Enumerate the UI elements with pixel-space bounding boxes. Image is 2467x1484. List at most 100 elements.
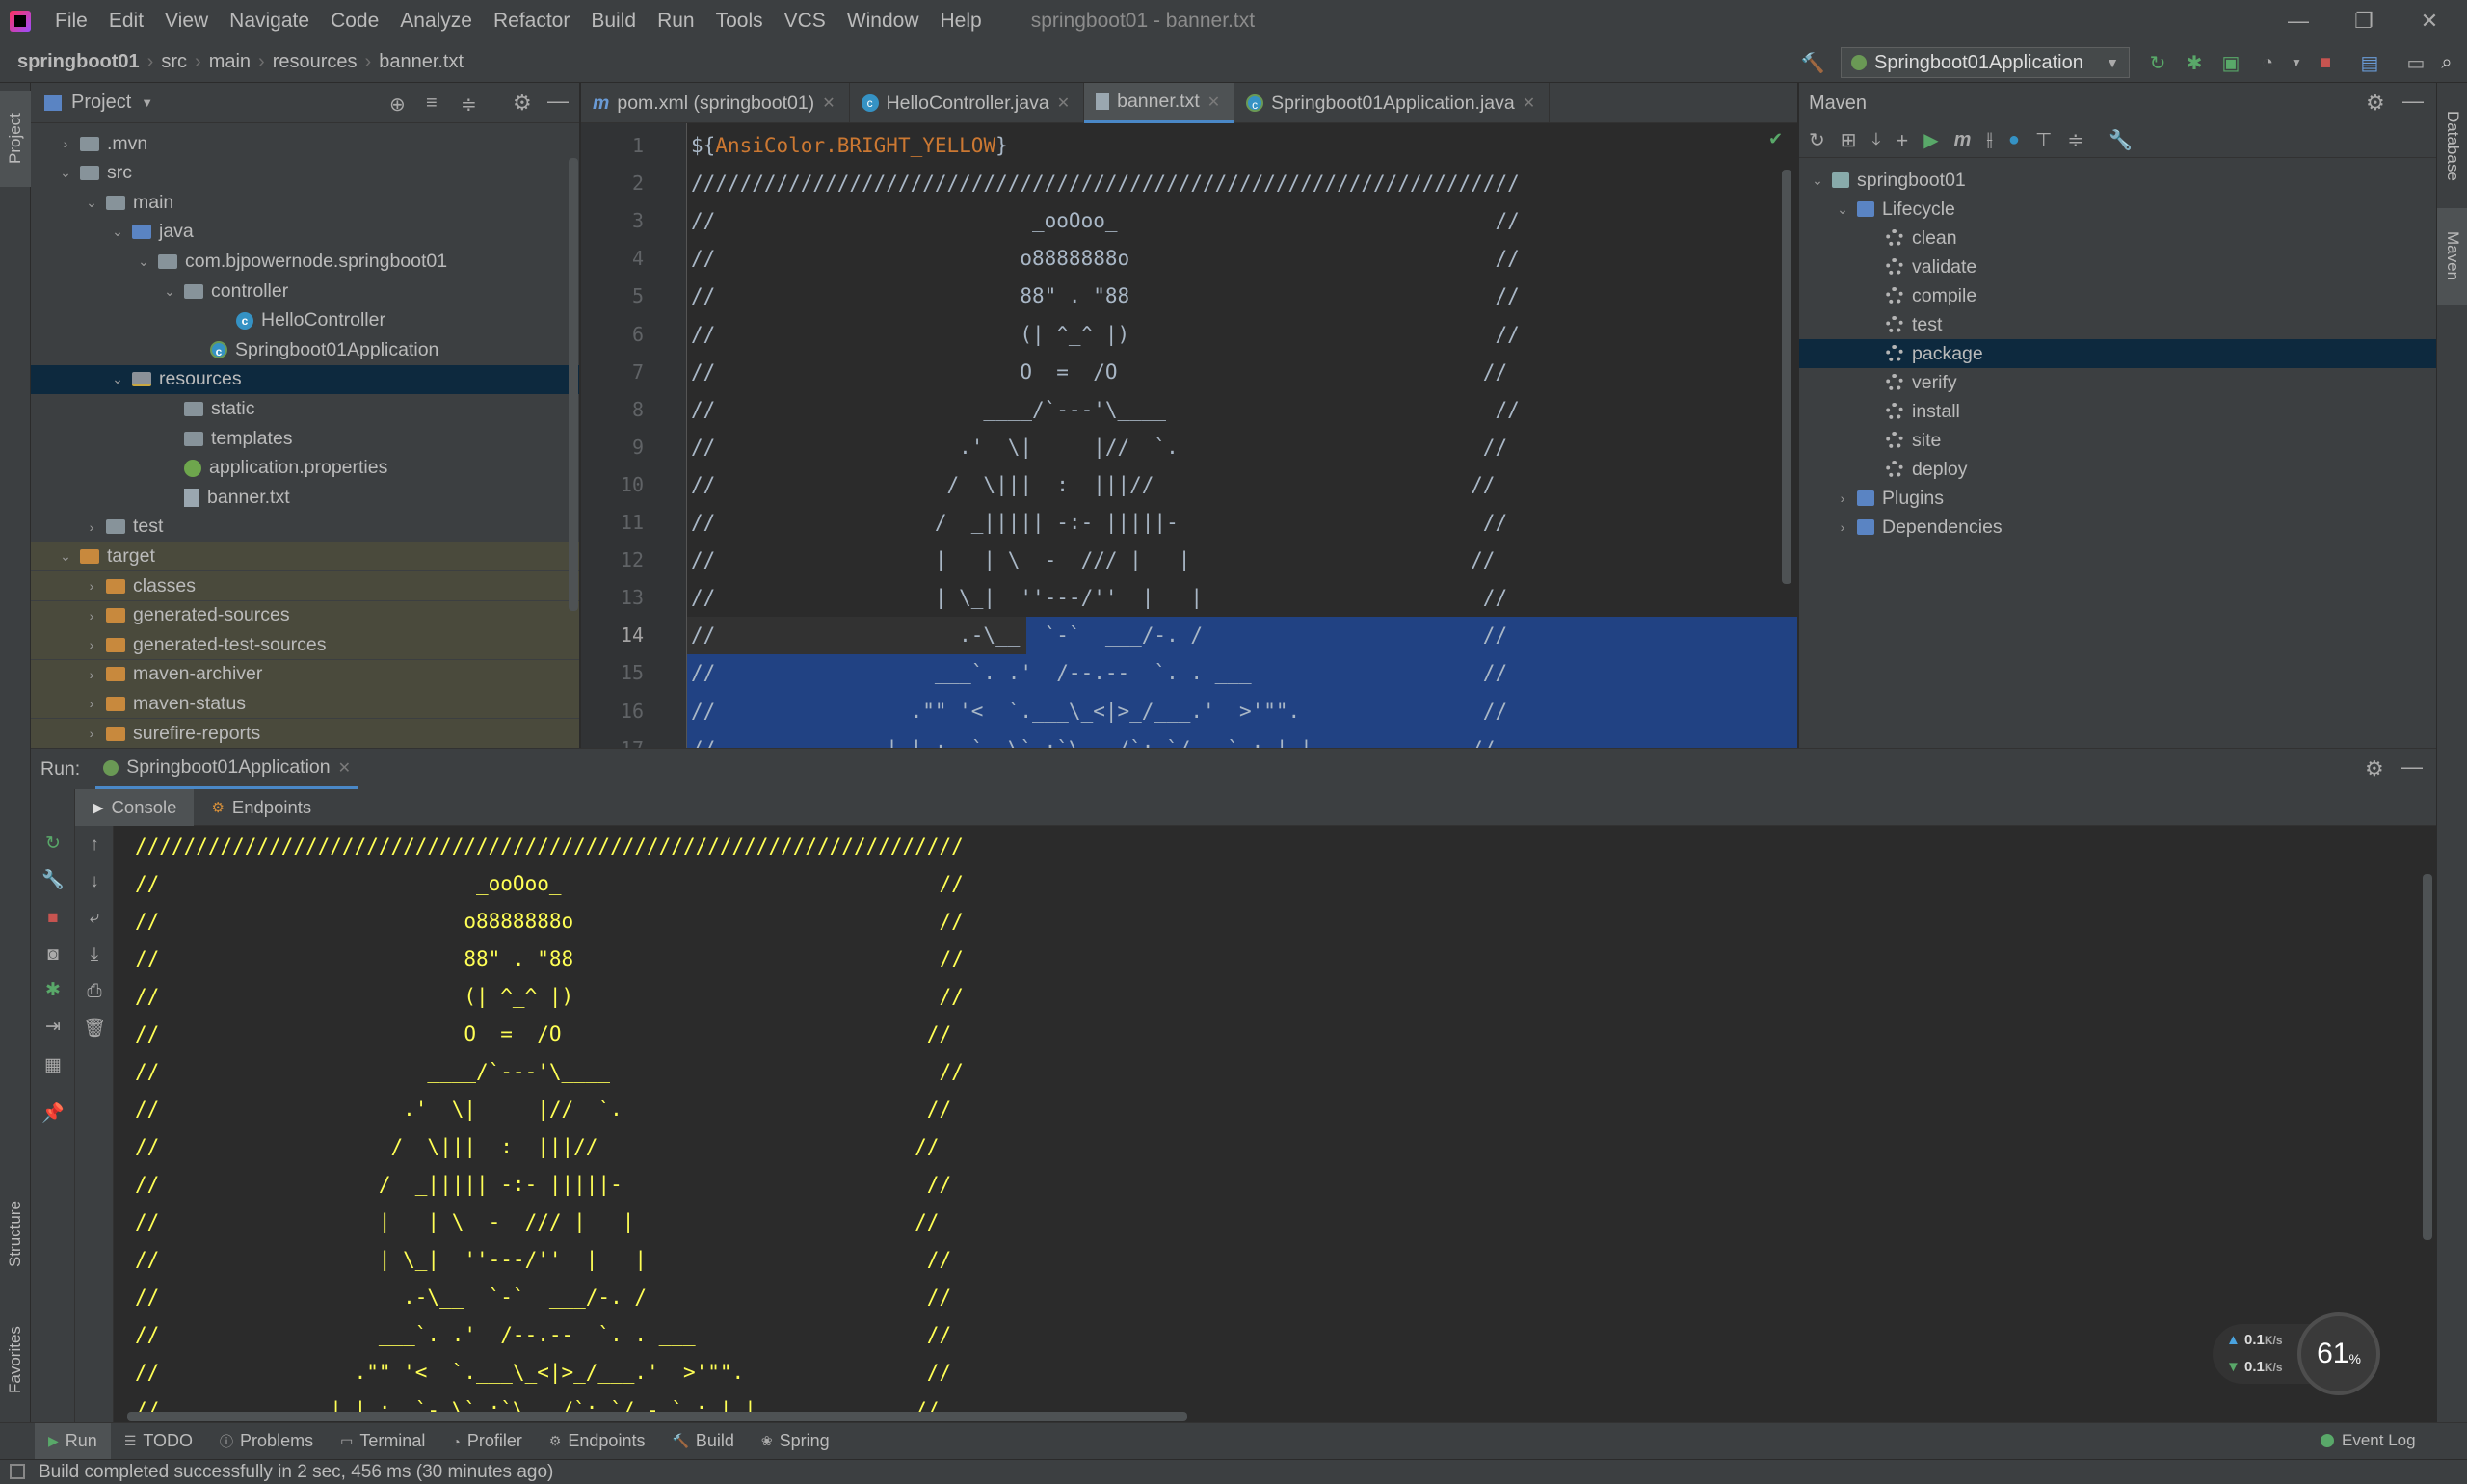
tree-item[interactable]: templates [31,424,579,453]
maven-goal-clean[interactable]: clean [1799,224,2436,252]
tree-item[interactable]: ⌄ controller [31,277,579,305]
gear-icon[interactable]: ⚙ [2366,91,2385,116]
tree-item[interactable]: › maven-status [31,689,579,719]
tree-item[interactable]: ⌄ com.bjpowernode.springboot01 [31,247,579,276]
tool-tab-structure[interactable]: Structure [0,1181,31,1287]
chevron-right-icon[interactable]: › [83,637,100,652]
show-dependencies-icon[interactable]: ⊤ [2035,128,2052,152]
chevron-down-icon[interactable]: ⌄ [57,548,74,565]
run-config-tab[interactable]: Springboot01Application ✕ [95,749,359,789]
tree-item[interactable]: c HelloController [31,306,579,335]
layout-icon[interactable]: ▦ [41,1053,65,1076]
project-structure-icon[interactable]: ▤ [2357,50,2382,75]
wrench-icon[interactable]: 🔧 [2109,128,2133,152]
print-icon[interactable]: ⎙ [83,980,106,1003]
bottom-tab-endpoints[interactable]: ⚙ Endpoints [536,1423,659,1460]
search-icon[interactable]: ⌕ [2434,50,2459,75]
stop-icon[interactable]: ■ [41,907,65,930]
more-run-icon[interactable]: ▼ [2284,50,2309,75]
tree-item[interactable]: ⌄ java [31,218,579,247]
maven-goal-site[interactable]: site [1799,426,2436,455]
menu-navigate[interactable]: Navigate [219,10,320,33]
expand-all-icon[interactable]: ≡ [426,93,438,115]
rerun-icon[interactable]: ↻ [41,832,65,855]
tool-tab-favorites[interactable]: Favorites [0,1307,31,1413]
tool-tab-project[interactable]: Project [0,91,31,187]
hide-panel-icon[interactable]: — [547,89,569,114]
chevron-right-icon[interactable]: › [83,608,100,623]
close-tab-icon[interactable]: ✕ [1523,93,1535,113]
tree-item[interactable]: ⌄ resources [31,364,579,394]
tree-item[interactable]: › generated-sources [31,600,579,630]
arrow-up-icon[interactable]: ↑ [83,834,106,857]
soft-wrap-icon[interactable]: ⤶ [83,907,106,930]
trash-icon[interactable]: 🗑 [83,1017,106,1040]
collapse-icon[interactable]: ≑ [2067,128,2083,152]
console-output[interactable]: ////////////////////////////////////////… [114,826,2436,1423]
bottom-tab-profiler[interactable]: ◔ Profiler [438,1423,535,1460]
menu-view[interactable]: View [154,10,219,33]
chevron-down-icon[interactable]: ⌄ [1834,201,1851,218]
maven-goal-compile[interactable]: compile [1799,281,2436,310]
bottom-tab-todo[interactable]: ☰ TODO [111,1423,206,1460]
maven-goal-install[interactable]: install [1799,397,2436,426]
tree-item[interactable]: › classes [31,571,579,600]
chevron-right-icon[interactable]: › [83,726,100,741]
bottom-tab-spring[interactable]: ❀ Spring [748,1423,843,1460]
hide-panel-icon[interactable]: — [2402,89,2424,114]
tree-item[interactable]: banner.txt [31,483,579,512]
tree-item[interactable]: static [31,394,579,423]
scroll-to-end-icon[interactable]: ⤓ [83,943,106,967]
maven-goal-icon[interactable]: m [1954,129,1972,151]
add-folder-icon[interactable]: ⊞ [1841,128,1857,152]
chevron-down-icon[interactable]: ⌄ [57,165,74,181]
exit-icon[interactable]: ⇥ [41,1015,65,1038]
chevron-right-icon[interactable]: › [1834,519,1851,535]
editor-tab[interactable]: c HelloController.java ✕ [850,83,1085,123]
chevron-down-icon[interactable]: ⌄ [109,371,126,387]
offline-icon[interactable]: ● [2008,129,2020,151]
breadcrumb-item[interactable]: banner.txt [371,51,471,73]
menu-analyze[interactable]: Analyze [389,10,483,33]
editor-tab[interactable]: banner.txt ✕ [1084,83,1235,123]
chevron-down-icon[interactable]: ⌄ [109,224,126,240]
status-toggle-icon[interactable] [10,1464,25,1479]
coverage-icon[interactable]: ▣ [2218,50,2243,75]
run-icon[interactable]: ▶ [1923,128,1938,152]
project-panel-title[interactable]: Project [71,92,131,114]
build-hammer-icon[interactable]: 🔨 [1800,50,1825,75]
menu-tools[interactable]: Tools [705,10,774,33]
chevron-right-icon[interactable]: › [83,696,100,711]
tree-item[interactable]: c Springboot01Application [31,335,579,364]
run-configuration-select[interactable]: Springboot01Application ▼ [1841,47,2130,78]
chevron-right-icon[interactable]: › [83,667,100,682]
locate-icon[interactable]: ⊕ [389,93,406,117]
skip-tests-icon[interactable]: ⫲ [1986,129,1992,151]
download-icon[interactable]: ⤓ [1872,129,1881,151]
debug-icon[interactable]: ✱ [41,978,65,1001]
bottom-tab-build[interactable]: 🔨 Build [658,1423,747,1460]
menu-code[interactable]: Code [320,10,389,33]
gear-icon[interactable]: ⚙ [513,91,532,116]
maven-goal-test[interactable]: test [1799,310,2436,339]
camera-icon[interactable]: ◙ [41,943,65,967]
console-h-scrollbar[interactable] [127,1412,1187,1421]
bottom-tab-run[interactable]: ▶ Run [35,1422,111,1460]
maven-goal-verify[interactable]: verify [1799,368,2436,397]
profiler-icon[interactable]: ◔ [2255,50,2280,75]
close-icon[interactable]: ✕ [2396,0,2463,42]
restore-icon[interactable]: ❐ [2330,0,2398,42]
tree-item[interactable]: ⌄ main [31,188,579,217]
minimize-icon[interactable]: — [2265,0,2332,42]
tree-item[interactable]: ⌄ src [31,159,579,188]
run-tab-endpoints[interactable]: ⚙ Endpoints [194,789,329,826]
menu-vcs[interactable]: VCS [774,10,836,33]
tree-item[interactable]: › test [31,513,579,542]
run-tab-console[interactable]: ▶ Console [75,788,195,826]
tool-tab-maven[interactable]: Maven [2437,208,2467,305]
close-tab-icon[interactable]: ✕ [1207,93,1220,112]
debug-icon[interactable]: ✱ [2182,50,2207,75]
chevron-right-icon[interactable]: › [1834,490,1851,506]
maven-goal-package[interactable]: package [1799,339,2436,368]
maven-goal-deploy[interactable]: deploy [1799,455,2436,484]
